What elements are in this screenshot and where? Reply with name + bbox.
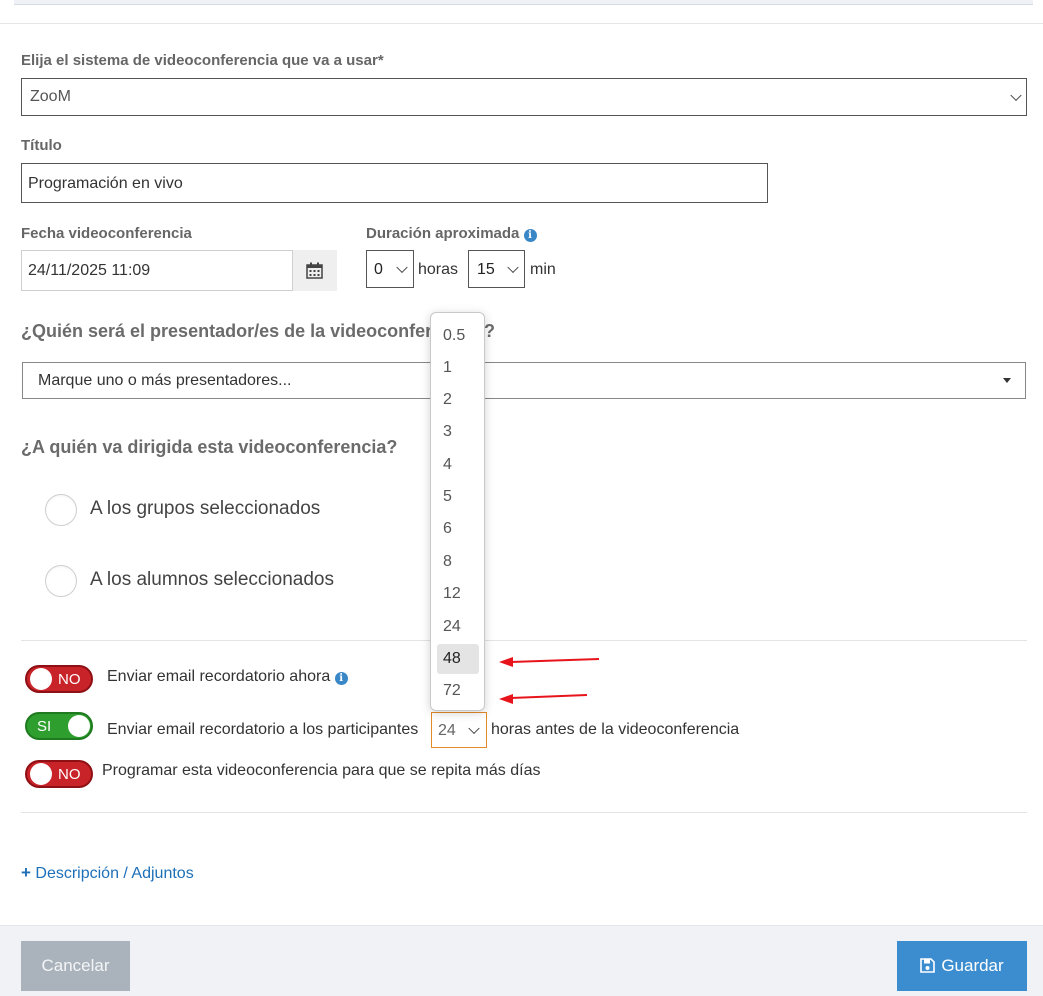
toggle-knob bbox=[30, 763, 52, 785]
description-attachments-link[interactable]: + Descripción / Adjuntos bbox=[21, 863, 194, 883]
calendar-icon bbox=[306, 262, 323, 279]
repeat-label: Programar esta videoconferencia para que… bbox=[102, 762, 541, 779]
reminder-before-suffix: horas antes de la videoconferencia bbox=[491, 721, 740, 738]
radio-students[interactable] bbox=[45, 565, 77, 597]
reminder-hours-select[interactable]: 24 bbox=[431, 712, 487, 748]
toggle-state: NO bbox=[58, 671, 81, 688]
dropdown-option[interactable]: 4 bbox=[437, 450, 479, 480]
save-button[interactable]: Guardar bbox=[897, 941, 1027, 991]
chevron-down-icon bbox=[396, 261, 408, 274]
chevron-down-icon bbox=[1010, 89, 1022, 102]
radio-groups[interactable] bbox=[45, 494, 77, 526]
date-input-value: 24/11/2025 11:09 bbox=[28, 262, 151, 279]
reminder-now-text: Enviar email recordatorio ahora bbox=[107, 668, 331, 685]
info-icon[interactable]: i bbox=[334, 672, 348, 685]
dropdown-option[interactable]: 5 bbox=[437, 482, 479, 512]
duration-hours-select[interactable]: 0 bbox=[366, 250, 414, 288]
radio-students-label[interactable]: A los alumnos seleccionados bbox=[90, 569, 334, 591]
toggle-knob bbox=[68, 715, 90, 737]
presenter-question-text: ¿Quién será el presentador/es de la vide… bbox=[21, 321, 433, 341]
hours-dropdown-list[interactable]: 0.5 1 2 3 4 5 6 8 12 24 48 72 bbox=[430, 312, 485, 711]
top-panel-edge bbox=[14, 0, 1033, 5]
toggle-state: NO bbox=[58, 766, 81, 783]
info-icon[interactable]: i bbox=[523, 229, 537, 242]
reminder-now-label: Enviar email recordatorio ahora i bbox=[107, 668, 348, 686]
system-label: Elija el sistema de videoconferencia que… bbox=[21, 52, 384, 69]
floppy-disk-icon bbox=[920, 958, 936, 973]
arrow-icon bbox=[499, 657, 600, 667]
duration-hours-value: 0 bbox=[374, 261, 383, 278]
section-divider bbox=[21, 812, 1027, 813]
dropdown-option[interactable]: 72 bbox=[437, 676, 479, 706]
dropdown-option[interactable]: 6 bbox=[437, 514, 479, 544]
repeat-toggle[interactable]: NO bbox=[25, 760, 93, 788]
date-label: Fecha videoconferencia bbox=[21, 225, 192, 242]
dropdown-option[interactable]: 3 bbox=[437, 417, 479, 447]
system-select[interactable]: ZooM bbox=[21, 78, 1027, 116]
plus-icon: + bbox=[21, 863, 31, 882]
caret-down-icon bbox=[1003, 378, 1011, 383]
duration-minutes-select[interactable]: 15 bbox=[468, 250, 525, 288]
radio-groups-label[interactable]: A los grupos seleccionados bbox=[90, 498, 320, 520]
section-divider bbox=[21, 640, 1027, 641]
dropdown-option[interactable]: 1 bbox=[437, 353, 479, 383]
annotation-arrows bbox=[499, 657, 600, 704]
audience-question: ¿A quién va dirigida esta videoconferenc… bbox=[21, 437, 398, 457]
footer-bar bbox=[0, 925, 1043, 996]
reminder-before-toggle[interactable]: SI bbox=[25, 712, 93, 740]
title-input-value: Programación en vivo bbox=[28, 175, 183, 192]
dropdown-option[interactable]: 2 bbox=[437, 385, 479, 415]
duration-label-text: Duración aproximada bbox=[366, 225, 520, 242]
reminder-now-toggle[interactable]: NO bbox=[25, 665, 93, 693]
duration-minutes-unit: min bbox=[530, 261, 556, 278]
calendar-button[interactable] bbox=[292, 250, 337, 291]
reminder-before-label: Enviar email recordatorio a los particip… bbox=[107, 721, 419, 738]
cancel-button[interactable]: Cancelar bbox=[21, 941, 130, 991]
dropdown-option[interactable]: 0.5 bbox=[437, 321, 479, 351]
system-select-value: ZooM bbox=[30, 88, 71, 105]
chevron-down-icon bbox=[507, 261, 519, 274]
chevron-down-icon bbox=[468, 722, 480, 735]
toggle-knob bbox=[30, 668, 52, 690]
dropdown-option-highlighted[interactable]: 48 bbox=[437, 644, 479, 674]
dropdown-option[interactable]: 24 bbox=[437, 612, 479, 642]
dropdown-option[interactable]: 8 bbox=[437, 547, 479, 577]
reminder-hours-value: 24 bbox=[438, 722, 456, 739]
save-button-label: Guardar bbox=[941, 956, 1004, 975]
top-divider bbox=[0, 23, 1043, 24]
title-label: Título bbox=[21, 137, 62, 154]
date-input[interactable]: 24/11/2025 11:09 bbox=[21, 250, 337, 291]
title-input[interactable]: Programación en vivo bbox=[21, 163, 768, 203]
presenter-placeholder: Marque uno o más presentadores... bbox=[38, 372, 292, 389]
presenter-multiselect[interactable]: Marque uno o más presentadores... bbox=[22, 362, 1026, 399]
toggle-state: SI bbox=[37, 718, 52, 735]
dropdown-option[interactable]: 12 bbox=[437, 579, 479, 609]
duration-hours-unit: horas bbox=[418, 261, 459, 278]
description-link-text: Descripción / Adjuntos bbox=[35, 865, 194, 882]
presenter-question-end: ? bbox=[484, 321, 495, 341]
presenter-question: ¿Quién será el presentador/es de la vide… bbox=[21, 321, 432, 342]
duration-minutes-value: 15 bbox=[477, 261, 495, 278]
duration-label: Duración aproximada i bbox=[366, 225, 537, 242]
arrow-icon bbox=[499, 694, 588, 704]
